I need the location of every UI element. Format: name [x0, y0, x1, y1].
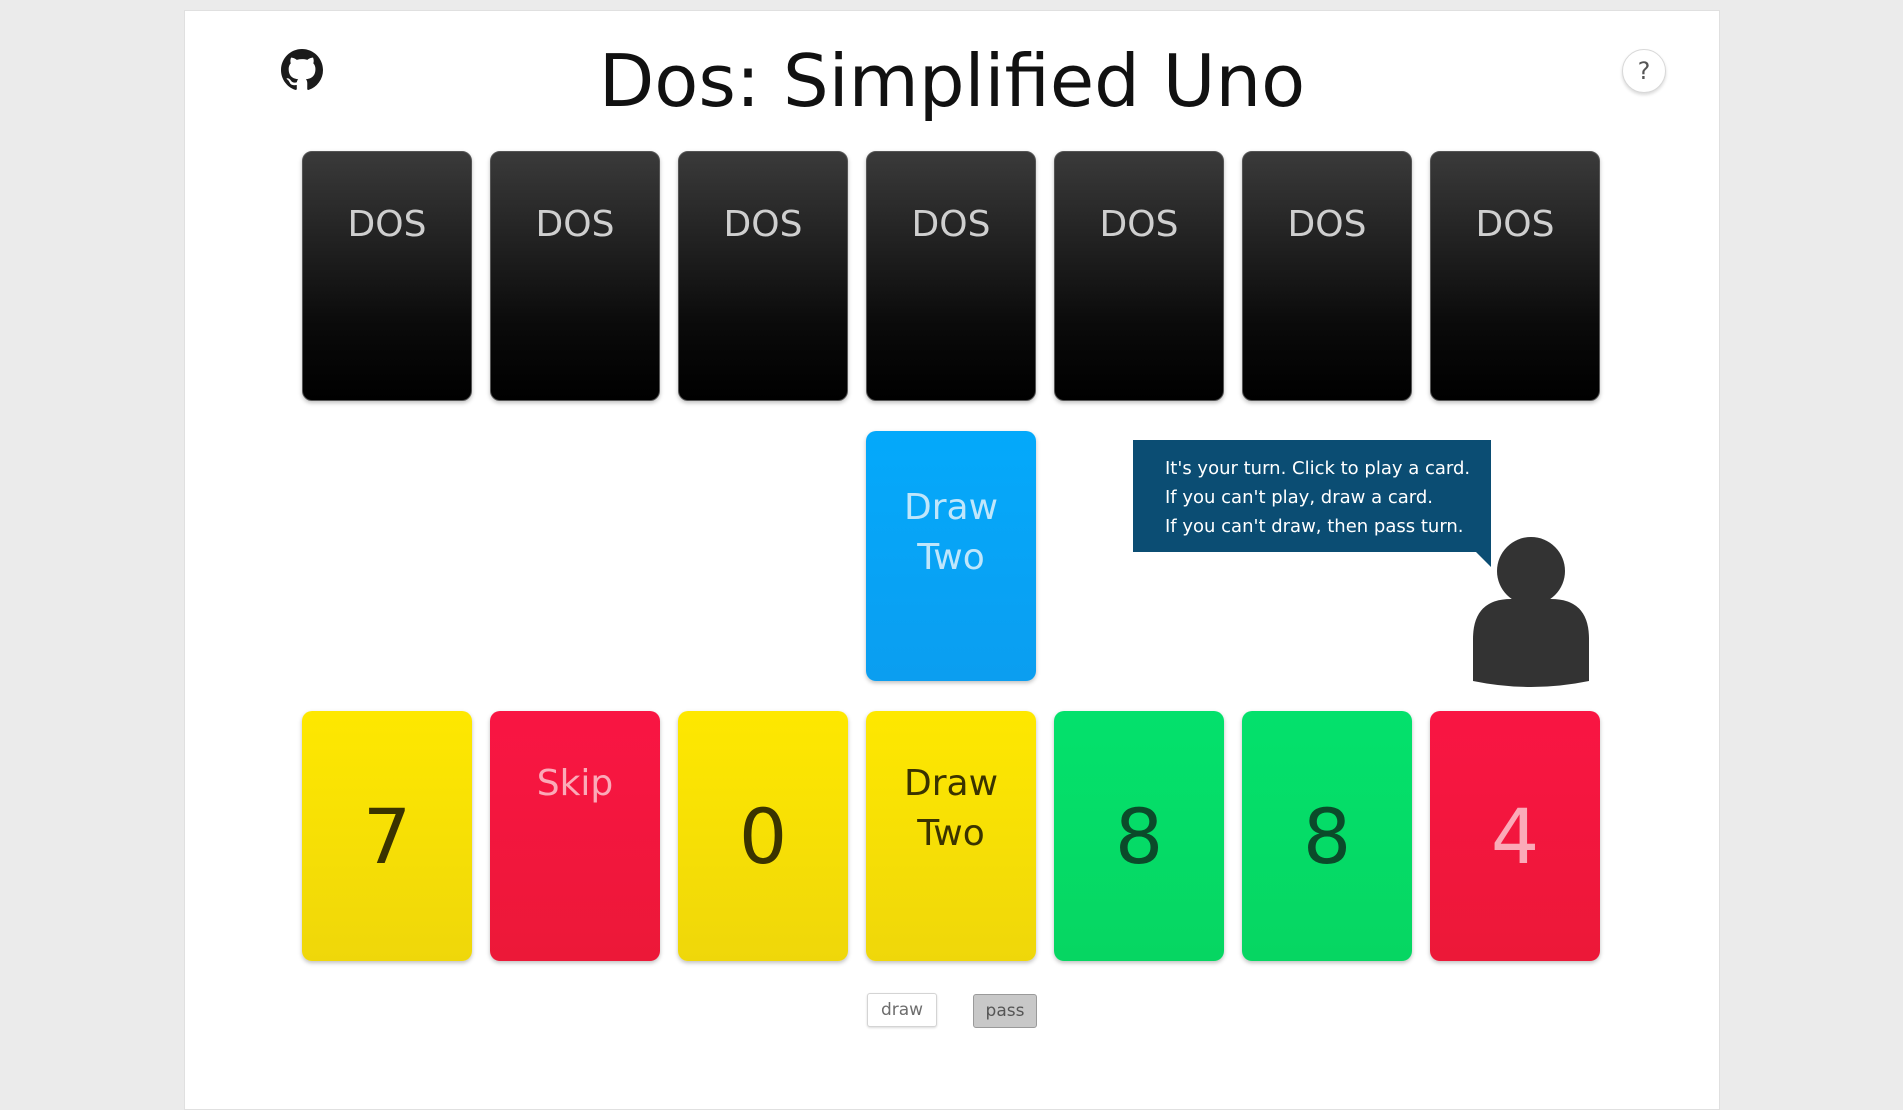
player-card[interactable]: Draw Two: [866, 711, 1036, 961]
message-line: If you can't play, draw a card.: [1165, 487, 1433, 508]
opponent-card: DOS: [1054, 151, 1224, 401]
opponent-card: DOS: [866, 151, 1036, 401]
game-panel: Dos: Simplified Uno ? DOS DOS DOS DOS DO…: [184, 10, 1720, 1110]
help-button[interactable]: ?: [1622, 49, 1666, 93]
message-line: If you can't draw, then pass turn.: [1165, 516, 1464, 537]
discard-card-line1: Draw: [903, 487, 999, 528]
player-card[interactable]: 8: [1054, 711, 1224, 961]
player-card[interactable]: Skip: [490, 711, 660, 961]
discard-pile-card: Draw Two: [866, 431, 1036, 681]
person-icon: [1471, 529, 1591, 691]
card-line2: Two: [917, 813, 985, 854]
player-card[interactable]: 0: [678, 711, 848, 961]
discard-card-line2: Two: [917, 537, 985, 578]
pass-button[interactable]: pass: [973, 994, 1037, 1028]
opponent-card: DOS: [1242, 151, 1412, 401]
opponent-card: DOS: [490, 151, 660, 401]
draw-button[interactable]: draw: [867, 993, 937, 1027]
opponent-card: DOS: [302, 151, 472, 401]
opponent-card: DOS: [678, 151, 848, 401]
card-line1: Draw: [903, 763, 999, 804]
opponent-card: DOS: [1430, 151, 1600, 401]
player-card[interactable]: 4: [1430, 711, 1600, 961]
message-line: It's your turn. Click to play a card.: [1165, 458, 1471, 479]
player-card[interactable]: 8: [1242, 711, 1412, 961]
turn-message-bubble: It's your turn. Click to play a card. If…: [1133, 440, 1491, 552]
player-card[interactable]: 7: [302, 711, 472, 961]
page-title: Dos: Simplified Uno: [598, 39, 1306, 123]
